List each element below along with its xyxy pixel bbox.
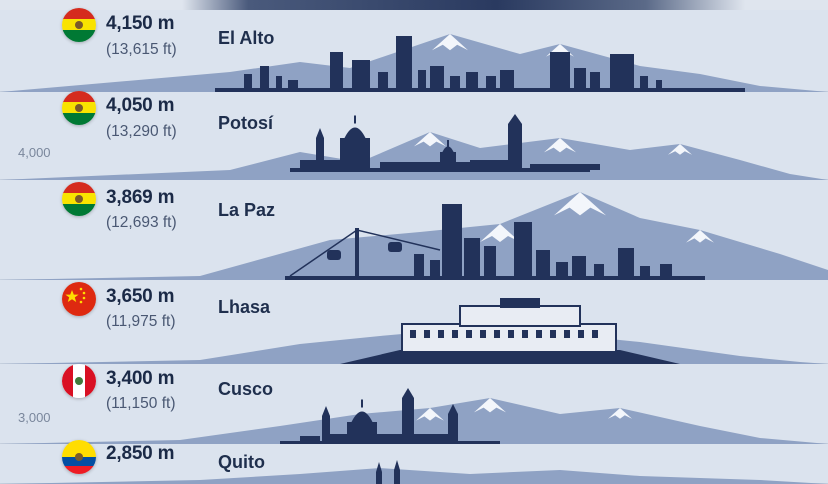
skyline-building: [660, 264, 672, 278]
cable-tower: [355, 228, 359, 280]
palace-window: [578, 330, 584, 338]
altitude-tick-label: 3,000: [18, 410, 51, 425]
skyline-building: [244, 74, 252, 90]
skyline-building: [414, 254, 424, 278]
bolivia-flag: [62, 91, 96, 125]
altitude-feet-label: (11,150 ft): [106, 395, 176, 412]
ecuador-flag: [62, 440, 96, 474]
skyline-building: [618, 248, 634, 278]
city-label: La Paz: [218, 200, 276, 220]
church-cross: [361, 399, 363, 408]
skyline-building: [610, 54, 634, 90]
china-flag: [62, 282, 96, 316]
skyline-building: [396, 36, 412, 90]
skyline-building: [590, 72, 600, 90]
bolivia-flag-icon: [62, 91, 96, 125]
altitude-meters-label: 2,850 m: [106, 443, 175, 464]
skyline-building: [514, 222, 532, 278]
cable-car: [327, 250, 341, 260]
skyline-building: [330, 52, 343, 90]
cable-car: [388, 242, 402, 252]
palace-window: [522, 330, 528, 338]
palace-window: [592, 330, 598, 338]
palace-window: [536, 330, 542, 338]
skyline-building: [500, 70, 514, 90]
palace-window: [438, 330, 444, 338]
skyline-building: [486, 76, 496, 90]
altitude-tick-label: 4,000: [18, 145, 51, 160]
church-tower: [394, 470, 400, 484]
church-cross: [447, 140, 449, 148]
ecuador-flag-icon: [62, 440, 96, 474]
altitude-meters-label: 4,050 m: [106, 95, 175, 116]
skyline-building: [352, 60, 370, 90]
city-label: Potosí: [218, 113, 274, 133]
bolivia-flag: [62, 8, 96, 42]
skyline-building: [594, 264, 604, 278]
palace-window: [494, 330, 500, 338]
palace-window: [564, 330, 570, 338]
skyline-building: [330, 434, 450, 442]
palace-window: [508, 330, 514, 338]
altitude-meters-label: 3,650 m: [106, 286, 175, 307]
skyline-building: [418, 70, 426, 90]
skyline-building: [450, 76, 460, 90]
altitude-feet-label: (13,290 ft): [106, 123, 177, 140]
palace-window: [452, 330, 458, 338]
skyline-building: [260, 66, 269, 90]
skyline-building: [378, 72, 388, 90]
altitude-meters-label: 3,400 m: [106, 368, 175, 389]
skyline-building: [464, 238, 480, 278]
skyline-building: [466, 72, 478, 90]
skyline-building: [484, 246, 496, 278]
palace-window: [410, 330, 416, 338]
skyline-building: [430, 260, 440, 278]
altitude-meters-label: 4,150 m: [106, 13, 175, 34]
skyline-building: [574, 68, 586, 90]
city-label: Cusco: [218, 379, 274, 399]
city-label: Quito: [218, 452, 265, 472]
skyline-building: [442, 204, 462, 278]
bolivia-flag: [62, 182, 96, 216]
skyline-building: [640, 76, 648, 90]
skyline-building: [550, 52, 570, 90]
skyline-building: [556, 262, 568, 278]
church-tower: [508, 124, 522, 168]
bolivia-flag-icon: [62, 8, 96, 42]
church-tower: [376, 472, 382, 484]
church-cross: [354, 115, 356, 124]
altitude-feet-label: (11,975 ft): [106, 313, 176, 330]
palace-window: [424, 330, 430, 338]
palace-roof: [500, 298, 540, 308]
palace-window: [480, 330, 486, 338]
city-label: Lhasa: [218, 297, 271, 317]
church-tower: [322, 416, 330, 442]
skyline-building: [430, 66, 444, 90]
skyline-building: [276, 76, 282, 90]
city-ground: [290, 168, 590, 172]
bolivia-flag-icon: [62, 182, 96, 216]
skyline-building: [536, 250, 550, 278]
china-flag-icon: [62, 282, 96, 316]
palace-window: [550, 330, 556, 338]
altitude-feet-label: (12,693 ft): [106, 214, 177, 231]
city-label: El Alto: [218, 28, 275, 48]
palace-upper: [459, 305, 581, 327]
peru-flag-icon: [62, 364, 96, 398]
altitude-meters-label: 3,869 m: [106, 187, 175, 208]
palace-window: [466, 330, 472, 338]
skyline-building: [572, 256, 586, 278]
altitude-chart: El Alto Potosí La Paz Lhasa Cusco Quito 4,000…: [0, 0, 828, 484]
altitude-feet-label: (13,615 ft): [106, 41, 177, 58]
previous-band-strip: [0, 0, 828, 10]
peru-flag: [62, 364, 96, 398]
